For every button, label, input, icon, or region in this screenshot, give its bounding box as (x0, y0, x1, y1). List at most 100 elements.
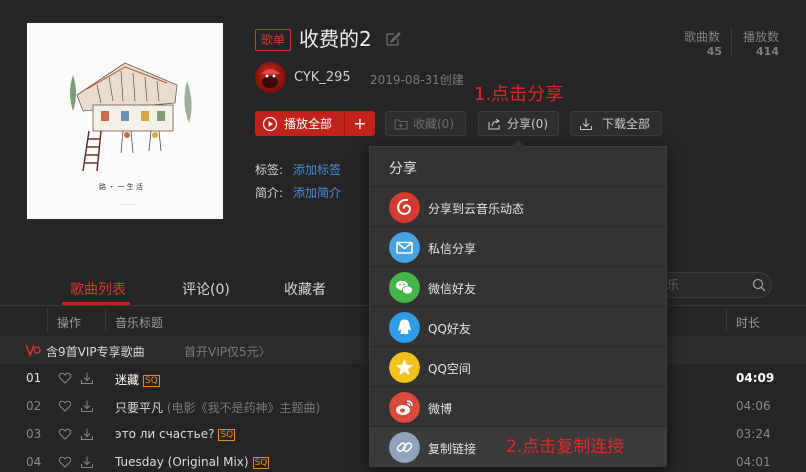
cover-illustration: 路 ・ 一 生 活 ………… (27, 23, 223, 219)
share-item-label: 微信好友 (428, 282, 477, 296)
vip-badge-icon (25, 344, 41, 357)
vip-promo-label: 首开VIP仅5元 (184, 345, 259, 359)
play-count-value: 414 (756, 45, 779, 58)
qzone-star-icon (389, 352, 420, 383)
track-number: 02 (26, 399, 42, 413)
creator-name[interactable]: CYK_295 (294, 70, 351, 85)
svg-text:…………: ………… (119, 201, 135, 206)
share-label: 分享(0) (507, 117, 548, 131)
mail-icon (389, 232, 420, 263)
download-icon[interactable] (80, 455, 94, 469)
search-placeholder: 乐 (667, 278, 680, 292)
title-column-header[interactable]: 音乐标题 (115, 314, 163, 331)
song-duration: 04:01 (736, 455, 771, 469)
share-item-label: 微博 (428, 402, 453, 416)
playlist-title: 收费的2 (299, 27, 372, 51)
tab-song-list[interactable]: 歌曲列表 (70, 279, 126, 299)
download-icon[interactable] (80, 371, 94, 385)
share-button[interactable]: 分享(0) (478, 111, 559, 136)
heart-icon[interactable] (58, 455, 72, 469)
share-item-label: 复制链接 (428, 442, 477, 456)
heart-icon[interactable] (58, 427, 72, 441)
chevron-right-icon: 〉 (258, 345, 271, 359)
tab-subscribers[interactable]: 收藏者 (284, 279, 326, 299)
song-duration: 03:24 (736, 427, 771, 441)
popup-pointer-inner (512, 141, 524, 147)
play-all-label: 播放全部 (284, 117, 333, 131)
share-popup-title: 分享 (389, 161, 417, 177)
share-qzone-item[interactable]: QQ空间 (370, 347, 666, 387)
song-title: 只要平凡 (电影《我不是药神》主题曲) (115, 399, 320, 416)
playlist-cover[interactable]: 路 ・ 一 生 活 ………… (27, 23, 223, 219)
song-title-text[interactable]: Tuesday (Original Mix) (115, 455, 249, 469)
song-subtitle: (电影《我不是药神》主题曲) (166, 401, 321, 415)
share-wechat-item[interactable]: 微信好友 (370, 267, 666, 307)
column-divider (726, 308, 727, 332)
share-item-label: 私信分享 (428, 242, 477, 256)
folder-plus-icon (394, 119, 408, 129)
share-private-message-item[interactable]: 私信分享 (370, 227, 666, 267)
track-number: 04 (26, 455, 42, 469)
play-circle-icon (262, 116, 278, 131)
heart-icon[interactable] (58, 371, 72, 385)
share-icon (488, 118, 500, 129)
share-to-cloud-music-item[interactable]: 分享到云音乐动态 (370, 187, 666, 227)
song-count-value: 45 (706, 45, 722, 58)
track-number: 03 (26, 427, 42, 441)
add-intro-link[interactable]: 添加简介 (293, 184, 341, 201)
play-count-label: 播放数 (743, 30, 780, 44)
song-title-text[interactable]: это ли счастье? (115, 427, 214, 441)
song-duration: 04:09 (736, 371, 775, 385)
qq-icon (389, 312, 420, 343)
sq-badge: SQ (143, 375, 160, 387)
sq-badge: SQ (252, 457, 270, 469)
heart-icon[interactable] (58, 399, 72, 413)
download-icon (580, 118, 592, 130)
playlist-tag: 歌单 (255, 29, 292, 51)
created-date: 2019-08-31创建 (370, 73, 464, 87)
song-title-text[interactable]: 迷藏 (115, 373, 139, 387)
intro-label: 简介: (255, 186, 284, 200)
song-duration: 04:06 (736, 399, 771, 413)
netease-cloud-icon (389, 192, 420, 223)
sq-badge: SQ (218, 429, 236, 441)
edit-icon[interactable] (385, 31, 401, 47)
share-item-label: QQ好友 (428, 322, 471, 336)
vip-promo-link[interactable]: 首开VIP仅5元〉 (184, 343, 271, 360)
column-divider (105, 308, 106, 332)
share-item-label: QQ空间 (428, 362, 471, 376)
song-title: Tuesday (Original Mix) SQ (115, 455, 270, 469)
collect-label: 收藏(0) (413, 117, 454, 131)
tags-label: 标签: (255, 163, 284, 177)
download-icon[interactable] (80, 399, 94, 413)
share-item-label: 分享到云音乐动态 (428, 202, 525, 216)
song-title-text[interactable]: 只要平凡 (115, 401, 163, 415)
svg-text:路 ・ 一 生 活: 路 ・ 一 生 活 (99, 182, 143, 191)
wechat-icon (389, 272, 420, 303)
add-tags-link[interactable]: 添加标签 (293, 161, 341, 178)
download-all-label: 下载全部 (602, 117, 651, 131)
link-icon (389, 432, 420, 463)
tab-comments[interactable]: 评论(0) (182, 279, 230, 299)
add-to-queue-button[interactable]: + (345, 114, 375, 133)
ops-column-header: 操作 (57, 316, 82, 330)
download-all-button[interactable]: 下载全部 (570, 111, 662, 136)
share-qq-friend-item[interactable]: QQ好友 (370, 307, 666, 347)
weibo-icon (389, 392, 420, 423)
column-divider (47, 308, 48, 332)
collect-button[interactable]: 收藏(0) (385, 111, 466, 136)
play-all-button[interactable]: 播放全部 + (255, 111, 375, 136)
download-icon[interactable] (80, 427, 94, 441)
song-title: 迷藏 SQ (115, 371, 160, 388)
annotation-copy-link: 2.点击复制连接 (506, 437, 625, 457)
creator-avatar[interactable] (255, 62, 286, 93)
song-count-label: 歌曲数 (684, 30, 721, 44)
stats-divider (731, 27, 732, 57)
duration-column-header[interactable]: 时长 (736, 314, 760, 331)
track-number: 01 (26, 371, 42, 385)
search-icon[interactable] (751, 277, 767, 293)
song-title: это ли счастье? SQ (115, 427, 236, 441)
share-weibo-item[interactable]: 微博 (370, 387, 666, 427)
annotation-share: 1.点击分享 (474, 84, 564, 105)
vip-notice-text: 含9首VIP专享歌曲 (46, 345, 145, 359)
